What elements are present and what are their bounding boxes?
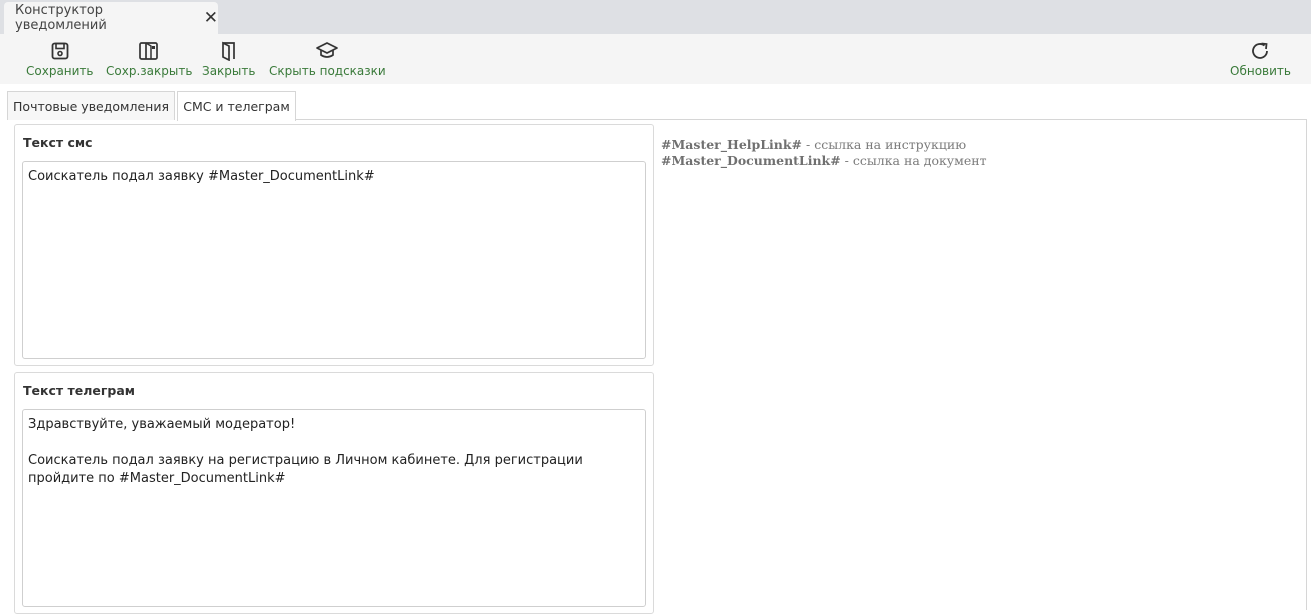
hint-help-link: #Master_HelpLink# - ссылка на инструкцию — [661, 137, 987, 153]
close-button[interactable]: Закрыть — [202, 38, 255, 82]
hide-hints-button-label: Скрыть подсказки — [269, 64, 386, 78]
tab-sms-telegram[interactable]: СМС и телеграм — [177, 91, 296, 121]
save-close-icon — [138, 38, 160, 64]
save-button[interactable]: Сохранить — [26, 38, 94, 82]
close-icon[interactable]: ✕ — [204, 9, 218, 27]
save-close-button[interactable]: Сохр.закрыть — [106, 38, 192, 82]
content-area: Почтовые уведомления СМС и телеграм Текс… — [0, 84, 1311, 614]
telegram-title: Текст телеграм — [23, 383, 135, 398]
hide-hints-button[interactable]: Скрыть подсказки — [269, 38, 386, 82]
hint-desc: - ссылка на документ — [840, 153, 987, 168]
tab-email-notifications[interactable]: Почтовые уведомления — [7, 91, 175, 120]
telegram-card: Текст телеграм Здравствуйте, уважаемый м… — [14, 372, 654, 614]
hint-document-link: #Master_DocumentLink# - ссылка на докуме… — [661, 153, 987, 169]
refresh-icon — [1249, 38, 1271, 64]
tab-divider-line — [296, 119, 1307, 120]
sms-card: Текст смс Соискатель подал заявку #Maste… — [14, 124, 654, 366]
document-tab-strip: Конструктор уведомлений ✕ — [0, 0, 1311, 34]
toolbar: Сохранить Сохр.закрыть Закрыть Скрыть по… — [0, 34, 1311, 84]
graduation-cap-icon — [315, 38, 339, 64]
telegram-textarea[interactable]: Здравствуйте, уважаемый модератор! Соиск… — [22, 409, 646, 607]
hint-key: #Master_DocumentLink# — [661, 153, 841, 168]
hints-panel: #Master_HelpLink# - ссылка на инструкцию… — [661, 137, 987, 169]
save-close-button-label: Сохр.закрыть — [106, 64, 193, 78]
content-border — [1306, 119, 1307, 610]
panel-tabs: Почтовые уведомления СМС и телеграм — [7, 91, 1307, 121]
document-tab-title: Конструктор уведомлений — [15, 3, 107, 33]
tab-email-notifications-label: Почтовые уведомления — [13, 98, 169, 114]
refresh-button[interactable]: Обновить — [1230, 38, 1291, 82]
refresh-button-label: Обновить — [1230, 64, 1291, 78]
save-icon — [50, 38, 70, 64]
hint-key: #Master_HelpLink# — [661, 137, 803, 152]
sms-textarea[interactable]: Соискатель подал заявку #Master_Document… — [22, 161, 646, 359]
tab-sms-telegram-label: СМС и телеграм — [183, 99, 290, 114]
close-button-label: Закрыть — [202, 64, 256, 78]
document-tab[interactable]: Конструктор уведомлений ✕ — [4, 2, 218, 34]
hint-desc: - ссылка на инструкцию — [802, 137, 967, 152]
sms-title: Текст смс — [23, 135, 93, 150]
save-button-label: Сохранить — [26, 64, 94, 78]
door-icon — [220, 38, 238, 64]
